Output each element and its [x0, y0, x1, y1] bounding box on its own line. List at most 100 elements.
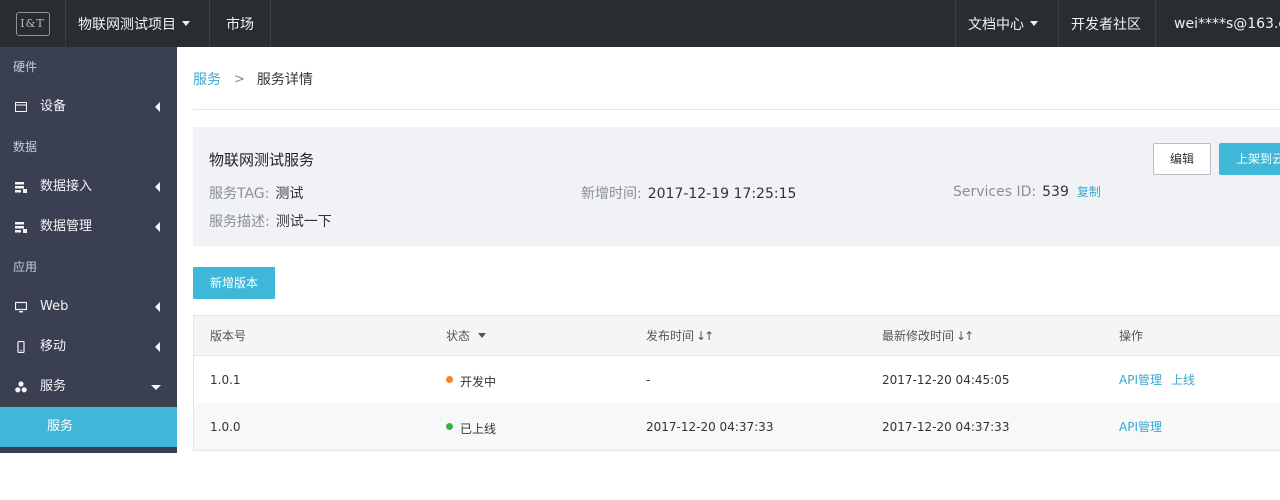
sidebar-item-label: 移动 [40, 339, 67, 354]
version-cell: 1.0.0 [210, 419, 241, 434]
breadcrumb: 服务 > 服务详情 [193, 69, 313, 89]
sidebar-item-label: 设备 [40, 99, 67, 114]
sidebar-item-device[interactable]: 设备 [0, 87, 177, 127]
user-account-menu[interactable]: wei****s@163.com [1156, 0, 1280, 47]
api-manage-link[interactable]: API管理 [1119, 418, 1162, 435]
sidebar-section-hardware: 硬件 [13, 60, 38, 74]
main-content: 服务 > 服务详情 物联网测试服务 服务TAG: 测试 服务描述: 测试一下 新增时… [193, 47, 1280, 500]
user-email: wei****s@163.com [1174, 15, 1280, 32]
sidebar-section-app: 应用 [13, 260, 38, 274]
service-created-value: 2017-12-19 17:25:15 [647, 186, 797, 202]
chevron-down-icon [478, 333, 487, 338]
chevron-left-icon [155, 342, 160, 352]
service-name: 物联网测试服务 [209, 151, 315, 169]
logo[interactable]: I&T [0, 0, 66, 47]
status-cell: 开发中 [446, 356, 496, 403]
service-tag-value: 测试 [275, 186, 304, 202]
sidebar-item-web[interactable]: Web [0, 287, 177, 327]
docs-label: 文档中心 [968, 16, 1024, 33]
service-desc-value: 测试一下 [275, 214, 332, 230]
sidebar-item-label: Web [40, 299, 69, 314]
go-online-link[interactable]: 上线 [1171, 371, 1195, 388]
version-table: 版本号 状态 发布时间 ↓↑ 最新修改时间 ↓↑ 操作 1.0.1 开发中 - 20… [193, 315, 1280, 451]
chevron-left-icon [155, 222, 160, 232]
col-status-label: 状态 [446, 329, 471, 343]
chevron-down-icon [182, 21, 190, 26]
service-icon [15, 381, 27, 393]
col-status-filter[interactable]: 状态 [446, 316, 487, 355]
developer-label: 开发者社区 [1071, 16, 1141, 33]
top-navbar: I&T 物联网测试项目 市场 文档中心 开发者社区 wei****s@163.c… [0, 0, 1280, 47]
publish-to-market-button[interactable]: 上架到云市场 [1219, 143, 1280, 175]
service-desc: 服务描述: 测试一下 [209, 211, 332, 231]
service-created: 新增时间: 2017-12-19 17:25:15 [581, 183, 796, 203]
chevron-right-icon: > [234, 71, 245, 87]
service-created-label: 新增时间: [581, 186, 642, 202]
chevron-left-icon [155, 102, 160, 112]
copy-id-link[interactable]: 复制 [1077, 185, 1101, 199]
col-published-sort[interactable]: 发布时间 ↓↑ [646, 316, 714, 355]
modified-cell: 2017-12-20 04:45:05 [882, 372, 1010, 387]
service-tag: 服务TAG: 测试 [209, 183, 303, 203]
chevron-down-icon [1030, 21, 1038, 26]
published-cell: 2017-12-20 04:37:33 [646, 419, 774, 434]
chevron-left-icon [155, 302, 160, 312]
data-access-icon [15, 182, 27, 193]
mobile-icon [17, 341, 25, 353]
actions-cell: API管理 [1119, 403, 1171, 450]
version-cell: 1.0.1 [210, 372, 241, 387]
published-cell: - [646, 372, 651, 387]
nav-market-label: 市场 [226, 16, 254, 33]
modified-cell: 2017-12-20 04:37:33 [882, 419, 1010, 434]
api-manage-link[interactable]: API管理 [1119, 371, 1162, 388]
sidebar-footer [0, 453, 177, 500]
status-label: 开发中 [460, 375, 497, 389]
sort-icon: ↓↑ [696, 328, 714, 343]
nav-market[interactable]: 市场 [210, 0, 271, 47]
sidebar-item-label: 服务 [40, 379, 67, 394]
monitor-icon [15, 301, 27, 313]
col-actions: 操作 [1119, 316, 1143, 355]
service-info-panel: 物联网测试服务 服务TAG: 测试 服务描述: 测试一下 新增时间: 2017-12-… [193, 127, 1280, 246]
sidebar-item-service[interactable]: 服务 [0, 367, 177, 407]
status-cell: 已上线 [446, 403, 496, 450]
edit-button[interactable]: 编辑 [1153, 143, 1211, 175]
docs-dropdown[interactable]: 文档中心 [955, 0, 1059, 47]
device-icon [15, 102, 27, 112]
sidebar-item-data-access[interactable]: 数据接入 [0, 167, 177, 207]
table-header: 版本号 状态 发布时间 ↓↑ 最新修改时间 ↓↑ 操作 [194, 316, 1280, 356]
sidebar: 硬件 设备 数据 数据接入 数据管理 应用 Web 移动 服务 服务 [0, 47, 177, 453]
sidebar-item-label: 数据接入 [40, 179, 93, 194]
logo-mark: I&T [15, 11, 50, 36]
col-version: 版本号 [210, 316, 246, 355]
data-manage-icon [15, 222, 27, 233]
sidebar-item-mobile[interactable]: 移动 [0, 327, 177, 367]
col-published-label: 发布时间 [646, 329, 695, 343]
status-dot-icon [446, 376, 453, 383]
table-row: 1.0.0 已上线 2017-12-20 04:37:33 2017-12-20… [194, 403, 1280, 450]
add-version-button[interactable]: 新增版本 [193, 267, 275, 299]
divider [193, 109, 1280, 110]
actions-cell: API管理 上线 [1119, 356, 1204, 403]
project-label: 物联网测试项目 [78, 16, 176, 33]
col-actions-label: 操作 [1119, 329, 1144, 343]
col-version-label: 版本号 [210, 329, 247, 343]
breadcrumb-parent-link[interactable]: 服务 [193, 69, 221, 89]
sort-icon: ↓↑ [956, 328, 974, 343]
table-row: 1.0.1 开发中 - 2017-12-20 04:45:05 API管理 上线 [194, 356, 1280, 403]
service-desc-label: 服务描述: [209, 214, 270, 230]
service-id: Services ID: 539 复制 [953, 183, 1101, 200]
col-modified-sort[interactable]: 最新修改时间 ↓↑ [882, 316, 974, 355]
sidebar-subitem-service[interactable]: 服务 [0, 407, 177, 447]
service-tag-label: 服务TAG: [209, 186, 270, 202]
chevron-left-icon [155, 182, 160, 192]
status-label: 已上线 [460, 422, 497, 436]
breadcrumb-current: 服务详情 [256, 72, 313, 88]
sidebar-item-data-manage[interactable]: 数据管理 [0, 207, 177, 247]
nav-developer-community[interactable]: 开发者社区 [1059, 0, 1156, 47]
project-dropdown[interactable]: 物联网测试项目 [66, 0, 210, 47]
chevron-down-icon [151, 385, 161, 390]
service-id-value: 539 [1042, 184, 1069, 200]
sidebar-section-data: 数据 [13, 140, 38, 154]
col-modified-label: 最新修改时间 [882, 329, 955, 343]
